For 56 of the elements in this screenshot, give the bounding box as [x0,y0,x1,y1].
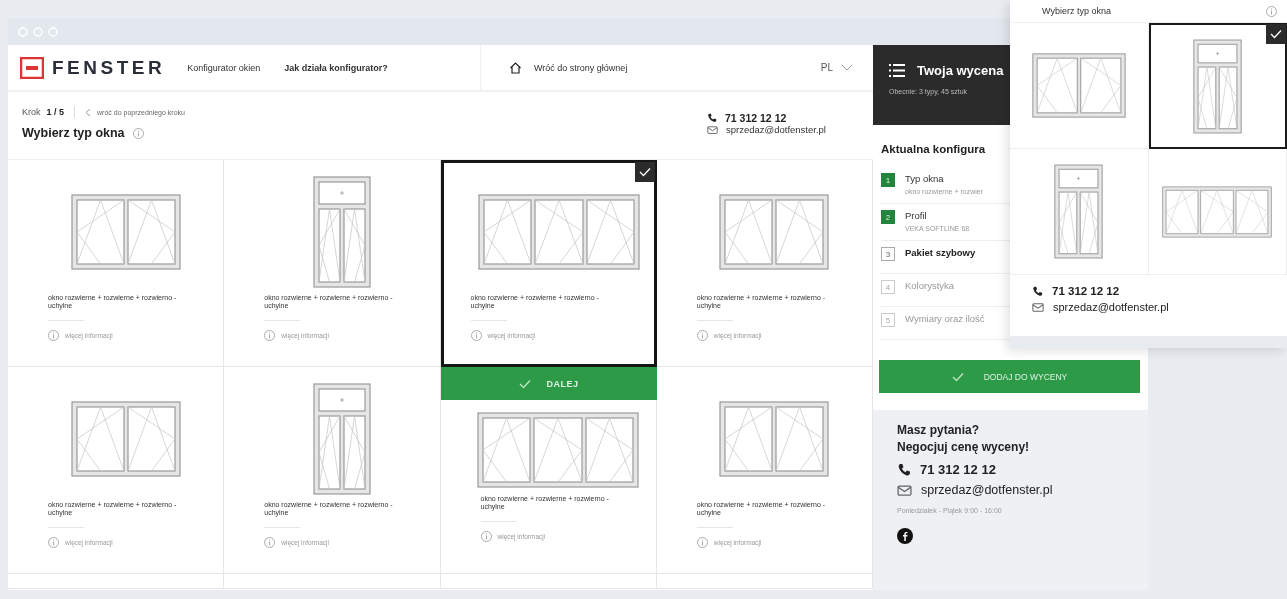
nav-link[interactable]: Konfigurator okien [187,62,261,73]
email-address: sprzedaz@dotfenster.pl [1053,301,1169,313]
check-icon [951,371,964,382]
phone-number: 71 312 12 12 [725,112,787,124]
help-question: Masz pytania? [897,422,981,439]
email-address: sprzedaz@dotfenster.pl [726,124,826,135]
step-name: Profil [905,210,928,221]
info-icon [696,537,708,548]
step-number: 4 [881,280,895,294]
logo-icon [20,56,44,79]
check-icon [638,167,651,177]
step-counter: 1 / 5 [46,107,65,117]
step-number: 1 [881,173,895,187]
step-name: Kolorystyka [905,280,955,291]
phone-icon [1032,285,1043,297]
step-number: 5 [881,313,895,327]
check-icon [1270,29,1282,39]
home-icon [509,61,522,74]
language-dropdown[interactable]: PL [820,62,853,73]
step-name: Typ okna [905,173,945,184]
step-name: Wymiary oraz ilość [905,313,985,324]
envelope-icon [707,125,718,134]
info-icon [470,330,482,341]
info-icon [264,330,276,341]
list-icon [889,64,905,77]
info-icon [696,330,708,341]
envelope-icon [897,484,912,496]
chevron-left-icon [85,107,92,117]
phone-icon [707,113,717,123]
nav-link[interactable]: Jak działa konfigurator? [284,62,388,73]
info-icon [480,531,492,542]
home-link[interactable]: Wróć do strony głównej [534,62,628,73]
facebook-icon [897,528,913,544]
caret-icon [841,64,853,71]
step-label: Krok [22,107,41,117]
page-title: Wybierz typ okna [22,126,125,140]
configuration-title: Aktualna konfigura [881,143,987,155]
quote-title: Twoja wycena [917,63,1004,78]
envelope-icon [1032,302,1044,312]
phone-number: 71 312 12 12 [920,462,996,477]
info-icon [1266,5,1277,17]
window-dots-icon [18,26,58,37]
check-icon [518,378,531,389]
info-icon [48,330,59,341]
step-number: 3 [881,247,895,261]
help-prompt: Negocjuj cenę wyceny! [897,439,1031,456]
info-icon [48,537,59,548]
info-icon [264,537,276,548]
email-address: sprzedaz@dotfenster.pl [921,483,1053,497]
info-icon [132,127,144,139]
step-name: Pakiet szybowy [905,247,976,258]
step-number: 2 [881,210,895,224]
phone-number: 71 312 12 12 [1052,285,1120,297]
page-title: Wybierz typ okna [1042,6,1111,16]
logo-text: FENSTER [52,56,166,79]
phone-icon [897,462,911,477]
